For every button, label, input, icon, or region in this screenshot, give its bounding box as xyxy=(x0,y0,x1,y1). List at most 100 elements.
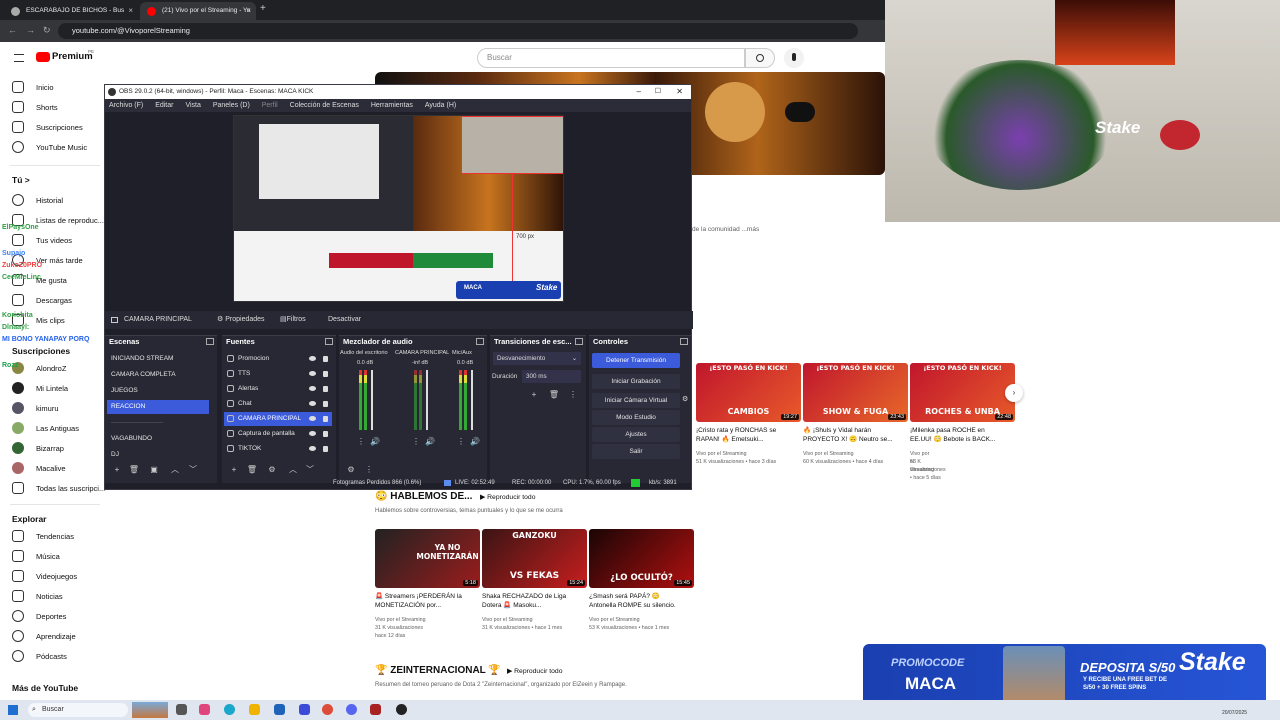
close-icon[interactable]: ✕ xyxy=(676,85,683,99)
you-header[interactable]: Tú > xyxy=(12,175,30,185)
sidebar-item-podcasts[interactable]: Pódcasts xyxy=(12,646,67,666)
scene-item[interactable]: VAGABUNDO xyxy=(107,432,209,446)
source-properties-icon[interactable]: ⚙ xyxy=(266,464,278,475)
filters-button[interactable]: ▤Filtros xyxy=(280,311,306,329)
sidebar-item-learning[interactable]: Aprendizaje xyxy=(12,626,76,646)
forward-icon[interactable]: → xyxy=(26,25,35,35)
exit-button[interactable]: Salir xyxy=(592,444,680,459)
remove-transition-icon[interactable]: 🗑 xyxy=(548,389,560,400)
remove-scene-icon[interactable]: 🗑 xyxy=(128,464,140,475)
lock-icon[interactable] xyxy=(323,416,328,422)
voice-search-button[interactable] xyxy=(784,48,804,68)
subscription-item[interactable]: AlondroZ xyxy=(12,358,66,378)
volume-slider[interactable] xyxy=(471,370,473,430)
youtube-premium-logo[interactable]: Premium xyxy=(52,51,93,62)
menu-scene-collection[interactable]: Colección de Escenas xyxy=(290,102,359,109)
video-channel[interactable]: Vivo por el Streaming xyxy=(482,616,533,624)
app-icon[interactable] xyxy=(199,704,210,715)
reload-icon[interactable]: ↻ xyxy=(43,25,51,36)
edge-icon[interactable] xyxy=(224,704,235,715)
deactivate-button[interactable]: Desactivar xyxy=(328,311,361,329)
play-all-button[interactable]: ▶ Reproducir todo xyxy=(507,667,563,675)
sidebar-item-downloads[interactable]: Descargas xyxy=(12,290,72,310)
browser-tab-active[interactable]: (21) Vivo por el Streaming - Yo × xyxy=(140,2,256,20)
sidebar-item-history[interactable]: Historial xyxy=(12,190,63,210)
lock-icon[interactable] xyxy=(323,446,328,452)
menu-help[interactable]: Ayuda (H) xyxy=(425,102,456,109)
move-up-icon[interactable]: ︿ xyxy=(287,464,299,475)
sidebar-item-gaming[interactable]: Videojuegos xyxy=(12,566,77,586)
scene-item[interactable]: DJ xyxy=(107,448,209,462)
obs-preview[interactable]: 700 px MACA Stake xyxy=(233,115,564,302)
video-channel[interactable]: Vivo por el Streaming xyxy=(589,616,640,624)
menu-tools[interactable]: Herramientas xyxy=(371,102,413,109)
move-up-icon[interactable]: ︿ xyxy=(169,464,181,475)
play-all-button[interactable]: ▶ Reproducir todo xyxy=(480,493,536,501)
browser-tab[interactable]: ESCARABAJO DE BICHOS - Bus × xyxy=(4,2,138,20)
shelf-title[interactable]: 😳 HABLEMOS DE... xyxy=(375,491,472,502)
volume-slider[interactable] xyxy=(371,370,373,430)
chrome-icon[interactable] xyxy=(322,704,333,715)
windows-start-icon[interactable] xyxy=(8,705,18,715)
video-thumbnail[interactable]: ¡ESTO PASÓ EN KICK! SHOW & FUGA 23:43 xyxy=(803,363,908,422)
video-channel[interactable]: Vivo por el Streaming xyxy=(696,450,747,458)
undock-icon[interactable] xyxy=(476,338,484,345)
source-item-selected[interactable]: CAMARA PRINCIPAL xyxy=(224,412,332,426)
sidebar-item-sports[interactable]: Deportes xyxy=(12,606,66,626)
close-tab-icon[interactable]: × xyxy=(128,2,133,20)
undock-icon[interactable] xyxy=(206,338,214,345)
scene-item-selected[interactable]: REACCION xyxy=(107,400,209,414)
preview-selected-source[interactable] xyxy=(461,116,563,174)
youtube-logo-icon[interactable] xyxy=(36,52,50,62)
video-title[interactable]: ¿Smash será PAPÁ? 😳 Antonella ROMPE su s… xyxy=(589,592,687,610)
menu-profile[interactable]: Perfil xyxy=(262,102,278,109)
search-button[interactable] xyxy=(745,48,775,68)
subscription-item[interactable]: Mi Lintela xyxy=(12,378,68,398)
add-scene-button[interactable]: + xyxy=(111,464,123,475)
video-thumbnail[interactable]: ¿LO OCULTÓ? 15:45 xyxy=(589,529,694,588)
close-tab-icon[interactable]: × xyxy=(246,2,251,20)
menu-docks[interactable]: Paneles (D) xyxy=(213,102,250,109)
lock-icon[interactable] xyxy=(323,386,328,392)
eye-icon[interactable] xyxy=(309,386,316,391)
eye-icon[interactable] xyxy=(309,371,316,376)
eye-icon[interactable] xyxy=(309,356,316,361)
video-thumbnail[interactable]: ¡ESTO PASÓ EN KICK! ROCHES & UNBA 22:48 xyxy=(910,363,1015,422)
lock-icon[interactable] xyxy=(323,401,328,407)
move-down-icon[interactable]: ﹀ xyxy=(187,464,199,475)
eye-icon[interactable] xyxy=(309,446,316,451)
duration-spinbox[interactable]: 300 ms xyxy=(522,370,581,383)
settings-button[interactable]: Ajustes xyxy=(592,427,680,442)
taskbar-search[interactable]: ⌕ Buscar xyxy=(28,703,128,717)
subscription-item[interactable]: Macalive xyxy=(12,458,66,478)
mixer-options-icon[interactable]: ⋮ xyxy=(455,436,467,447)
sidebar-item-news[interactable]: Noticias xyxy=(12,586,63,606)
weather-widget[interactable] xyxy=(132,702,168,718)
back-icon[interactable]: ← xyxy=(8,25,17,35)
source-item[interactable]: TIKTOK xyxy=(224,442,332,456)
mixer-menu-icon[interactable]: ⋮ xyxy=(363,464,375,475)
subscription-item[interactable]: Bizarrap xyxy=(12,438,64,458)
add-transition-button[interactable]: + xyxy=(528,389,540,400)
lock-icon[interactable] xyxy=(323,371,328,377)
sidebar-item-music[interactable]: YouTube Music xyxy=(12,137,87,157)
channel-description-more[interactable]: de la comunidad ...más xyxy=(692,226,759,233)
sidebar-item-all-subscriptions[interactable]: Todas las suscripci... xyxy=(12,478,105,498)
shelf-next-arrow-icon[interactable]: › xyxy=(1005,384,1023,402)
subscription-item[interactable]: Las Antiguas xyxy=(12,418,79,438)
sidebar-item-shorts[interactable]: Shorts xyxy=(12,97,58,117)
source-item[interactable]: Promocion xyxy=(224,352,332,366)
video-title[interactable]: ¡Cristo rata y RONCHAS se RAPAN! 🔥 Emets… xyxy=(696,426,791,444)
app-icon[interactable] xyxy=(274,704,285,715)
properties-button[interactable]: ⚙ Propiedades xyxy=(217,311,265,329)
sidebar-item-home[interactable]: Inicio xyxy=(12,77,54,97)
app-icon[interactable] xyxy=(370,704,381,715)
source-item[interactable]: TTS xyxy=(224,367,332,381)
video-channel[interactable]: Vivo por el Streaming xyxy=(803,450,854,458)
speaker-icon[interactable]: 🔊 xyxy=(424,436,436,447)
maximize-icon[interactable]: ☐ xyxy=(655,85,661,99)
shelf-title[interactable]: 🏆 ZEINTERNACIONAL 🏆 xyxy=(375,665,501,676)
sidebar-item-your-videos[interactable]: Tus videos xyxy=(12,230,72,250)
remove-source-icon[interactable]: 🗑 xyxy=(246,464,258,475)
menu-view[interactable]: Vista xyxy=(185,102,200,109)
